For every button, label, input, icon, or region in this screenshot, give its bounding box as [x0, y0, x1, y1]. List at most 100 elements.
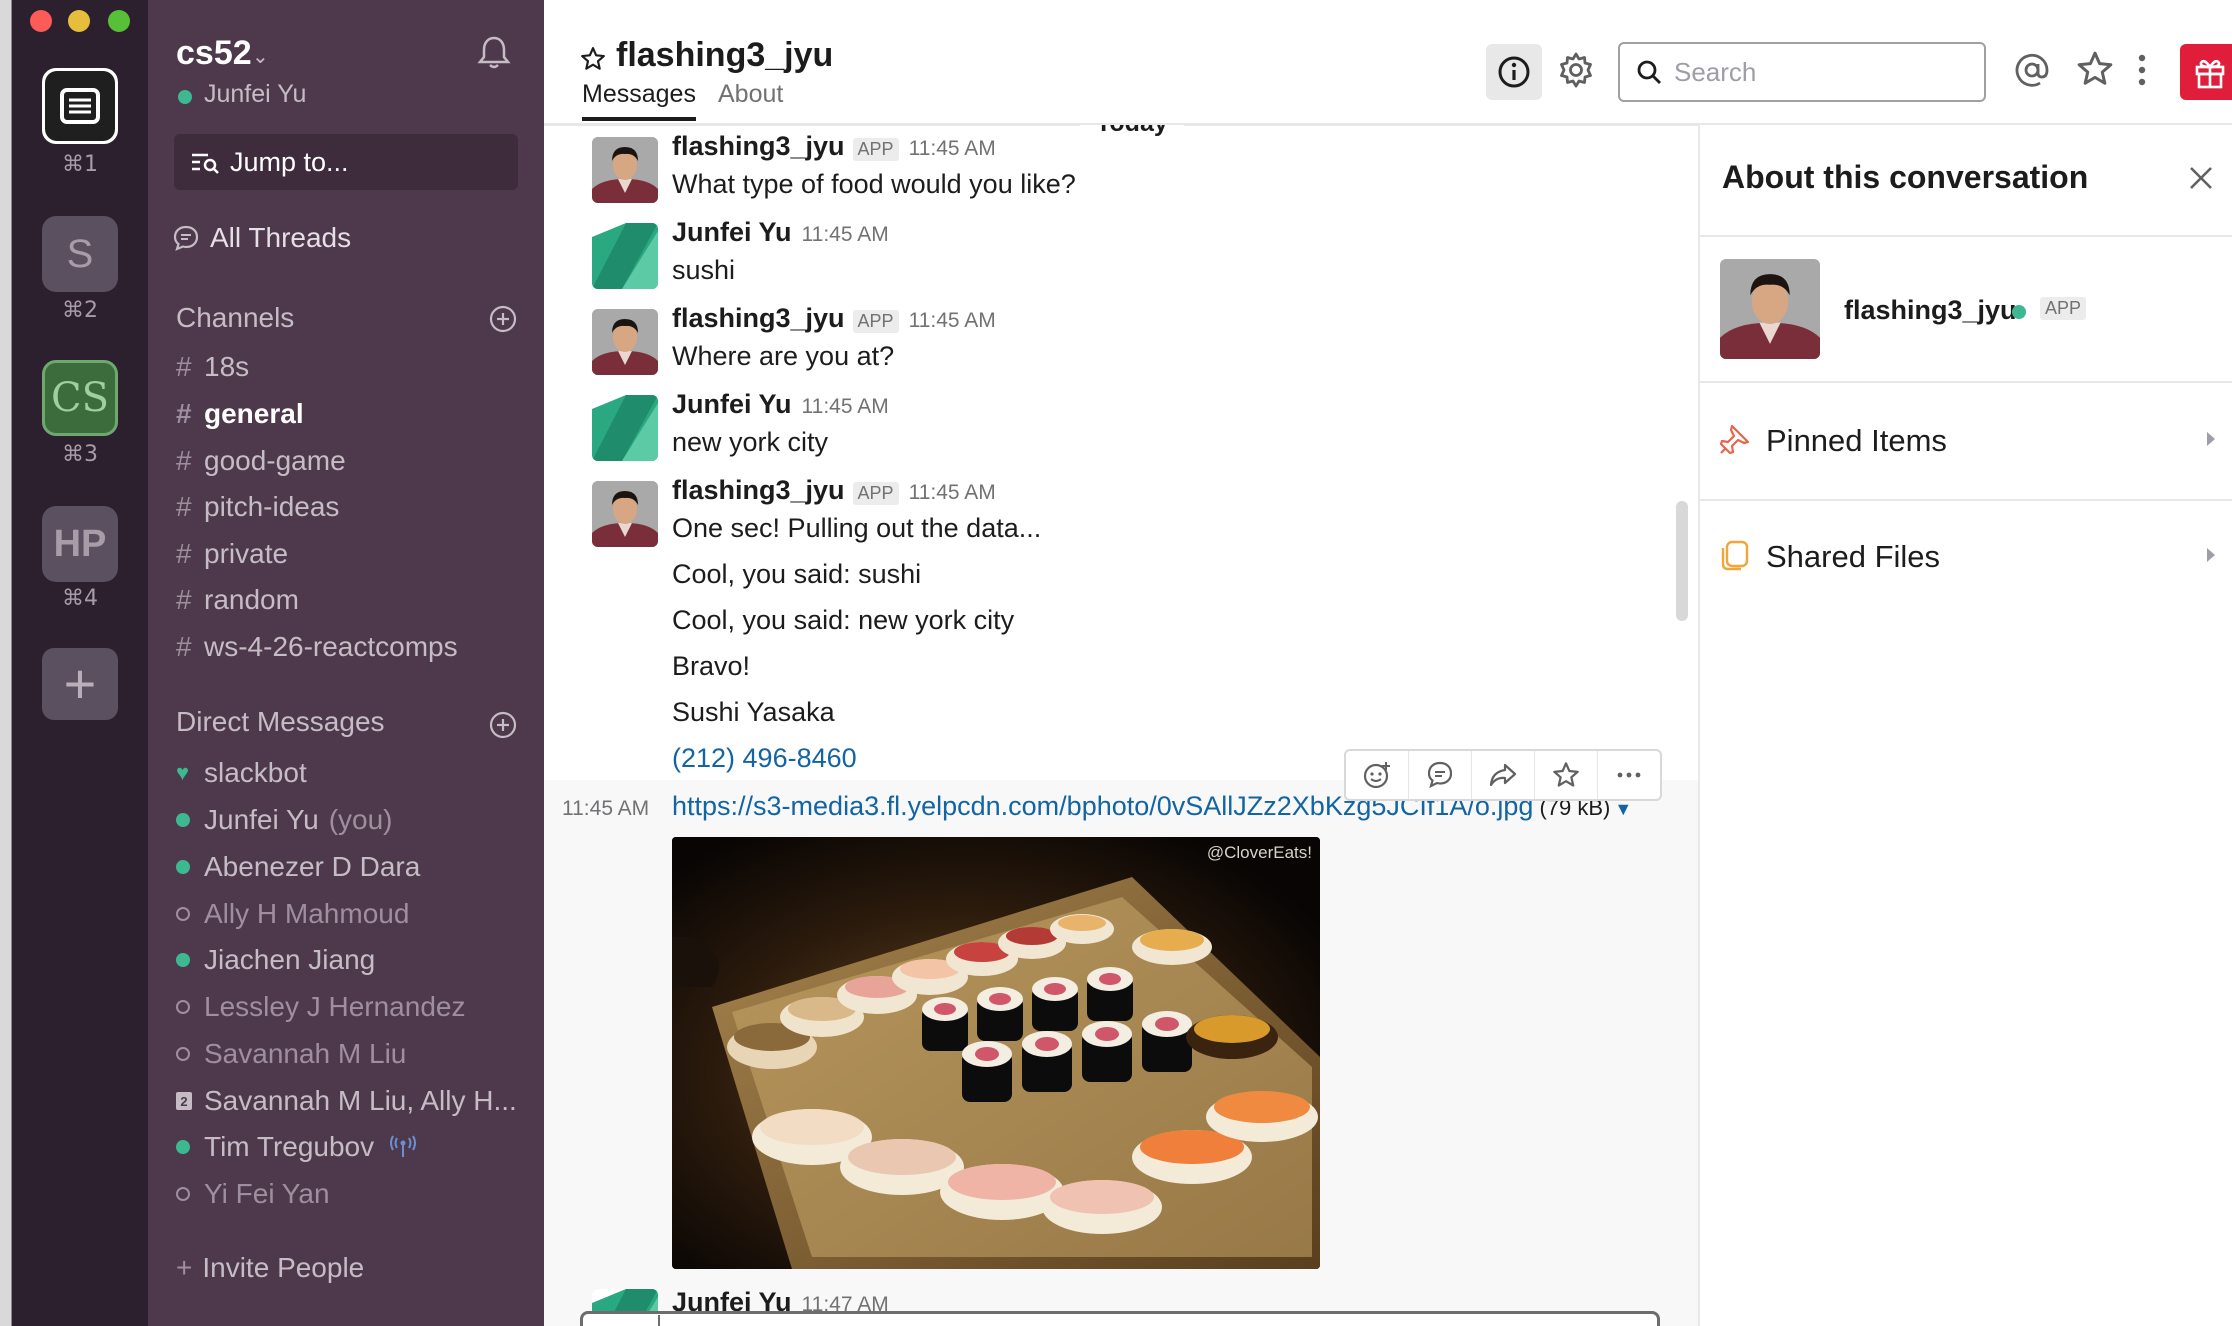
channel-random[interactable]: # random [176, 577, 536, 623]
channel-pitch-ideas[interactable]: # pitch-ideas [176, 484, 536, 530]
team-cs[interactable]: CS [42, 360, 118, 436]
divider [1700, 235, 2232, 237]
team-shortcut: ⌘3 [62, 442, 98, 467]
message-author[interactable]: flashing3_jyu [672, 475, 845, 506]
dm-tim-tregubov[interactable]: Tim Tregubov [176, 1124, 536, 1170]
hash-icon: # [176, 584, 192, 615]
dm-label: slackbot [204, 757, 307, 788]
bot-name[interactable]: flashing3_jyu [1844, 295, 2017, 326]
shared-files-section[interactable]: Shared Files [1700, 522, 2232, 592]
jump-to-button[interactable]: Jump to... [174, 134, 518, 190]
pinned-items-section[interactable]: Pinned Items [1700, 406, 2232, 476]
message-text: new york city [672, 427, 829, 457]
direct-messages-header[interactable]: Direct Messages [176, 706, 385, 738]
sushi-image[interactable]: @CloverEats! [672, 837, 1320, 1269]
message-time[interactable]: 11:45 AM [909, 137, 996, 161]
window-edge [0, 0, 12, 1326]
app-badge: APP [2040, 297, 2087, 320]
channels-header[interactable]: Channels [176, 302, 294, 334]
bot-avatar[interactable] [592, 137, 658, 203]
dm-junfei-yu[interactable]: Junfei Yu (you) [176, 797, 536, 843]
team-hp[interactable]: HP [42, 506, 118, 582]
gear-icon[interactable] [1556, 50, 1596, 95]
invite-label: Invite People [202, 1252, 365, 1283]
message-time[interactable]: 11:45 AM [909, 309, 996, 333]
add-team-button[interactable]: + [42, 648, 118, 720]
message-time[interactable]: 11:45 AM [562, 797, 649, 821]
close-window-button[interactable] [30, 10, 52, 32]
bot-avatar[interactable] [592, 481, 658, 547]
presence-online-icon [176, 953, 190, 967]
message-time[interactable]: 11:45 AM [909, 481, 996, 505]
search-input[interactable] [1674, 56, 1974, 88]
mentions-icon[interactable] [2012, 50, 2052, 95]
bell-icon[interactable] [476, 34, 512, 75]
channel-18s[interactable]: #18s [176, 344, 536, 390]
tab-messages[interactable]: Messages [582, 80, 696, 121]
more-vertical-icon[interactable] [2136, 50, 2148, 95]
star-message-icon[interactable] [1535, 751, 1598, 799]
share-icon[interactable] [1472, 751, 1535, 799]
chevron-down-icon[interactable]: ⌄ [252, 44, 269, 69]
dm-slackbot[interactable]: ♥ slackbot [176, 750, 536, 796]
start-thread-icon[interactable] [1409, 751, 1472, 799]
hash-icon: # [176, 631, 192, 662]
channel-label: 18s [204, 351, 250, 382]
message-text: One sec! Pulling out the data... [672, 513, 1042, 543]
channel-good-game[interactable]: # good-game [176, 438, 536, 484]
message-composer[interactable] [580, 1311, 1660, 1326]
channel-ws-4-26-reactcomps[interactable]: # ws-4-26-reactcomps [176, 624, 536, 670]
dm-ally-h-mahmoud[interactable]: Ally H Mahmoud [176, 891, 536, 937]
user-avatar[interactable] [592, 223, 658, 289]
phone-link[interactable]: (212) 496-8460 [672, 743, 857, 774]
gift-icon[interactable] [2180, 44, 2232, 100]
maximize-window-button[interactable] [108, 10, 130, 32]
message-time[interactable]: 11:45 AM [802, 395, 889, 419]
app-badge: APP [852, 482, 899, 505]
channel-label: pitch-ideas [204, 491, 340, 522]
caret-down-icon[interactable]: ▼ [1614, 799, 1632, 819]
you-label: (you) [328, 804, 393, 835]
message-header: Junfei Yu 11:45 AM [672, 389, 889, 420]
app-badge: APP [852, 310, 899, 333]
all-threads-link[interactable]: All Threads [172, 222, 351, 254]
dm-lessley-j-hernandez[interactable]: Lessley J Hernandez [176, 984, 536, 1030]
add-dm-icon[interactable] [488, 710, 518, 740]
dm-label: Ally H Mahmoud [204, 898, 410, 929]
search-box[interactable] [1618, 42, 1986, 102]
dm-jiachen-jiang[interactable]: Jiachen Jiang [176, 937, 536, 983]
scrollbar-thumb[interactable] [1676, 501, 1688, 621]
tab-about[interactable]: About [718, 80, 783, 109]
team-cs52[interactable] [42, 68, 118, 144]
bot-avatar[interactable] [592, 309, 658, 375]
invite-people-button[interactable]: + Invite People [176, 1252, 364, 1284]
message-author[interactable]: Junfei Yu [672, 389, 792, 420]
message-header: flashing3_jyu APP 11:45 AM [672, 131, 996, 162]
team-s[interactable]: S [42, 216, 118, 292]
team-name[interactable]: cs52 [176, 34, 252, 73]
star-channel-icon[interactable] [580, 46, 606, 77]
app-badge: APP [852, 138, 899, 161]
add-channel-icon[interactable] [488, 304, 518, 334]
dm-abenezer-d-dara[interactable]: Abenezer D Dara [176, 844, 536, 890]
channel-private[interactable]: # private [176, 531, 536, 577]
more-actions-icon[interactable] [1598, 751, 1660, 799]
starred-items-icon[interactable] [2076, 50, 2114, 93]
add-reaction-icon[interactable] [1346, 751, 1409, 799]
pinned-items-label: Pinned Items [1766, 423, 1947, 458]
message-author[interactable]: Junfei Yu [672, 217, 792, 248]
info-icon[interactable] [1486, 44, 1542, 100]
message-author[interactable]: flashing3_jyu [672, 303, 845, 334]
dm-savannah-m-liu[interactable]: Savannah M Liu [176, 1031, 536, 1077]
message-text: What type of food would you like? [672, 169, 1076, 199]
message-author[interactable]: flashing3_jyu [672, 131, 845, 162]
dm-yi-fei-yan[interactable]: Yi Fei Yan [176, 1171, 536, 1217]
channel-sidebar: cs52 ⌄ Junfei Yu Jump to... All Threads … [148, 0, 544, 1326]
close-icon[interactable] [2186, 163, 2216, 198]
dm-group-savannah-ally[interactable]: 2 Savannah M Liu, Ally H... [176, 1078, 536, 1124]
message-time[interactable]: 11:45 AM [802, 223, 889, 247]
user-avatar[interactable] [592, 395, 658, 461]
channel-general[interactable]: # general [176, 391, 536, 437]
bot-avatar[interactable] [1720, 259, 1820, 359]
minimize-window-button[interactable] [68, 10, 90, 32]
